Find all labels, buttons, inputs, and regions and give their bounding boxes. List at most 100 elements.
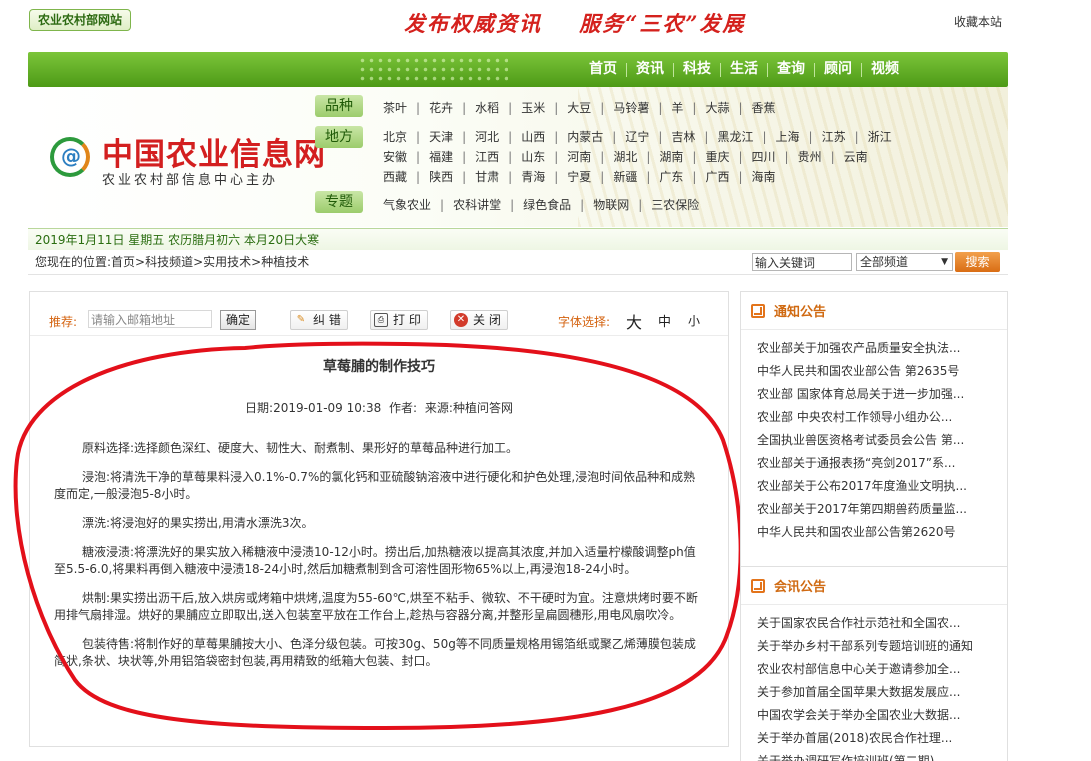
- meeting-list-item[interactable]: 关于国家农民合作社示范社和全国农...: [757, 612, 1007, 635]
- channel-select-value: 全部频道: [860, 255, 909, 269]
- nav-item[interactable]: 视频: [862, 52, 908, 87]
- meeting-list-item[interactable]: 关于参加首届全国苹果大数据发展应...: [757, 681, 1007, 704]
- category-link[interactable]: 马铃薯: [613, 99, 649, 116]
- article-paragraph: 浸泡:将清洗干净的草莓果料浸入0.1%-0.7%的氯化钙和亚硫酸钠溶液中进行硬化…: [54, 470, 696, 501]
- nav-item[interactable]: 首页: [580, 52, 626, 87]
- category-link[interactable]: 安徽: [383, 148, 407, 165]
- category-link[interactable]: 宁夏: [567, 168, 591, 185]
- category-link[interactable]: 三农保险: [651, 196, 699, 213]
- category-link[interactable]: 山东: [521, 148, 545, 165]
- font-small-option[interactable]: 小: [688, 312, 700, 329]
- category-link[interactable]: 农科讲堂: [453, 196, 501, 213]
- category-link[interactable]: 重庆: [705, 148, 729, 165]
- category-link[interactable]: 湖南: [659, 148, 683, 165]
- close-icon: ✕: [454, 313, 468, 327]
- article-author: 作者:: [389, 401, 418, 415]
- notice-list: 农业部关于加强农产品质量安全执法... 中华人民共和国农业部公告 第2635号 农业…: [741, 330, 1007, 544]
- notice-list-item[interactable]: 农业部关于加强农产品质量安全执法...: [757, 337, 1007, 360]
- nav-item[interactable]: 顾问: [815, 52, 861, 87]
- category-link[interactable]: 贵州: [798, 148, 822, 165]
- category-link[interactable]: 新疆: [613, 168, 637, 185]
- arrow-box-icon: [751, 303, 765, 318]
- font-large-option[interactable]: 大: [626, 309, 642, 333]
- category-link[interactable]: 天津: [429, 128, 453, 145]
- category-link[interactable]: 广西: [705, 168, 729, 185]
- category-link[interactable]: 香蕉: [752, 99, 776, 116]
- category-link[interactable]: 物联网: [593, 196, 629, 213]
- category-link[interactable]: 上海: [776, 128, 800, 145]
- category-variety-tag: 品种: [315, 95, 363, 117]
- category-link[interactable]: 四川: [752, 148, 776, 165]
- category-link[interactable]: 西藏: [383, 168, 407, 185]
- link-separator: |: [600, 100, 605, 115]
- category-link[interactable]: 云南: [844, 148, 868, 165]
- notice-list-item[interactable]: 农业部 国家体育总局关于进一步加强...: [757, 383, 1007, 406]
- meeting-list-item[interactable]: 农业农村部信息中心关于邀请参加全...: [757, 658, 1007, 681]
- category-link[interactable]: 湖北: [613, 148, 637, 165]
- bookmark-link[interactable]: 收藏本站: [954, 13, 1002, 30]
- article-source: 来源:种植问答网: [424, 401, 513, 415]
- meeting-list-item[interactable]: 关于举办乡村干部系列专题培训班的通知: [757, 635, 1007, 658]
- category-link[interactable]: 羊: [671, 99, 683, 116]
- link-separator: |: [462, 149, 467, 164]
- meeting-header: 会讯公告: [741, 567, 1007, 605]
- meeting-list-item[interactable]: 中国农学会关于举办全国农业大数据...: [757, 704, 1007, 727]
- notice-list-item[interactable]: 农业部关于通报表扬“亮剑2017”系...: [757, 452, 1007, 475]
- category-link[interactable]: 福建: [429, 148, 453, 165]
- recommend-label: 推荐:: [49, 315, 78, 329]
- notice-list-item[interactable]: 中华人民共和国农业部公告第2620号: [757, 521, 1007, 544]
- nav-item[interactable]: 查询: [768, 52, 814, 87]
- category-link[interactable]: 江苏: [822, 128, 846, 145]
- report-error-button[interactable]: ✎ 纠 错: [290, 310, 348, 330]
- search-input[interactable]: [752, 253, 852, 271]
- notice-list-item[interactable]: 中华人民共和国农业部公告 第2635号: [757, 360, 1007, 383]
- category-link[interactable]: 河北: [475, 128, 499, 145]
- article-paragraph: 包装待售:将制作好的草莓果脯按大小、色泽分级包装。可按30g、50g等不同质量规…: [54, 637, 696, 668]
- category-link[interactable]: 浙江: [868, 128, 892, 145]
- category-link[interactable]: 江西: [475, 148, 499, 165]
- notice-list-item[interactable]: 农业部关于公布2017年度渔业文明执...: [757, 475, 1007, 498]
- category-link[interactable]: 青海: [521, 168, 545, 185]
- link-separator: |: [646, 149, 651, 164]
- category-link[interactable]: 河南: [567, 148, 591, 165]
- category-link[interactable]: 气象农业: [383, 196, 431, 213]
- notice-list-item[interactable]: 农业部关于2017年第四期兽药质量监...: [757, 498, 1007, 521]
- meeting-list-item[interactable]: 关于举办首届(2018)农民合作社理...: [757, 727, 1007, 750]
- category-link[interactable]: 陕西: [429, 168, 453, 185]
- category-link[interactable]: 广东: [659, 168, 683, 185]
- site-logo-title[interactable]: 中国农业信息网: [102, 129, 326, 174]
- category-link[interactable]: 辽宁: [625, 128, 649, 145]
- link-separator: |: [554, 129, 559, 144]
- category-link[interactable]: 海南: [752, 168, 776, 185]
- notice-list-item[interactable]: 农业部 中央农村工作领导小组办公...: [757, 406, 1007, 429]
- confirm-button[interactable]: 确定: [220, 310, 256, 330]
- channel-select[interactable]: 全部频道 ▼: [856, 253, 953, 271]
- category-link[interactable]: 绿色食品: [523, 196, 571, 213]
- nav-item[interactable]: 科技: [674, 52, 720, 87]
- category-link[interactable]: 玉米: [521, 99, 545, 116]
- font-medium-option[interactable]: 中: [658, 311, 671, 330]
- category-link[interactable]: 茶叶: [383, 99, 407, 116]
- link-separator: |: [416, 149, 421, 164]
- meeting-list-item[interactable]: 关于举办调研写作培训班(第二期): [757, 750, 1007, 761]
- category-link[interactable]: 大豆: [567, 99, 591, 116]
- category-link[interactable]: 吉林: [671, 128, 695, 145]
- link-separator: |: [416, 169, 421, 184]
- nav-item[interactable]: 资讯: [627, 52, 673, 87]
- notice-list-item[interactable]: 全国执业兽医资格考试委员会公告 第...: [757, 429, 1007, 452]
- category-link[interactable]: 内蒙古: [567, 128, 603, 145]
- link-separator: |: [508, 149, 513, 164]
- category-link[interactable]: 大蒜: [705, 99, 729, 116]
- category-link[interactable]: 黑龙江: [717, 128, 753, 145]
- category-link[interactable]: 花卉: [429, 99, 453, 116]
- category-link[interactable]: 甘肃: [475, 168, 499, 185]
- category-link[interactable]: 北京: [383, 128, 407, 145]
- category-link[interactable]: 山西: [521, 128, 545, 145]
- ministry-site-link[interactable]: 农业农村部网站: [29, 9, 132, 31]
- print-button[interactable]: ⎙ 打 印: [370, 310, 428, 330]
- nav-item[interactable]: 生活: [721, 52, 767, 87]
- email-field[interactable]: [88, 310, 212, 328]
- search-button[interactable]: 搜索: [955, 252, 1000, 272]
- category-link[interactable]: 水稻: [475, 99, 499, 116]
- close-button[interactable]: ✕ 关 闭: [450, 310, 508, 330]
